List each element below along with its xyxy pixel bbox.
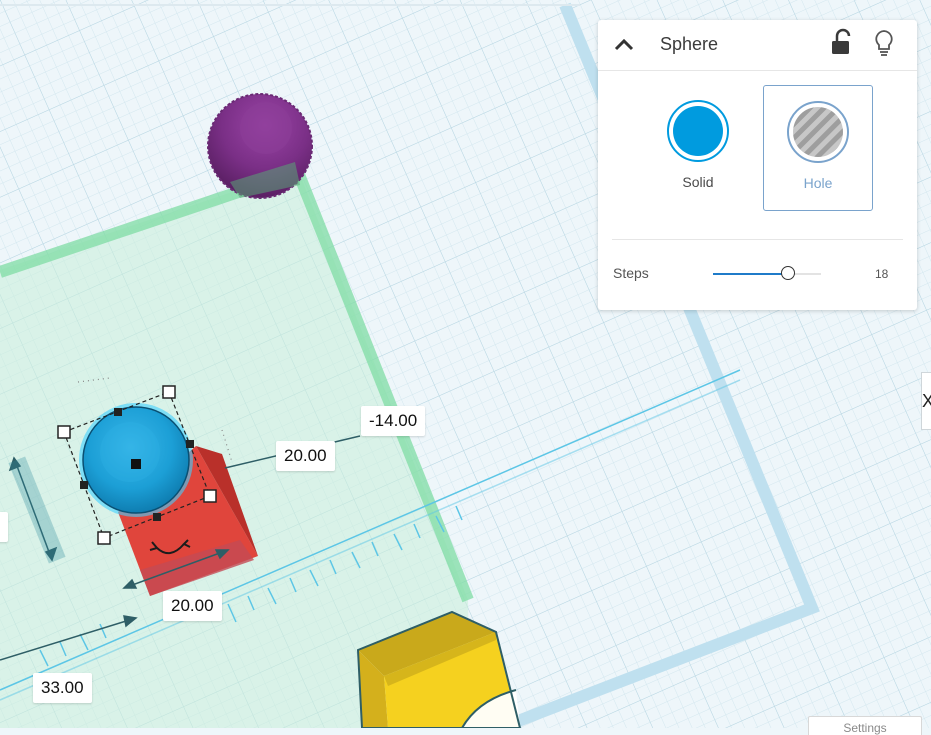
solid-label: Solid xyxy=(682,174,714,190)
partial-dimension-label[interactable] xyxy=(0,512,8,542)
side-panel-toggle[interactable]: X xyxy=(921,372,931,430)
length-label[interactable]: 20.00 xyxy=(276,441,335,471)
position-label[interactable]: 33.00 xyxy=(33,673,92,703)
hole-label: Hole xyxy=(803,175,833,191)
width-label[interactable]: 20.00 xyxy=(163,591,222,621)
solid-color-swatch-icon xyxy=(667,100,729,162)
steps-slider-fill xyxy=(713,273,788,275)
elevation-label[interactable]: -14.00 xyxy=(361,406,426,436)
shape-inspector-panel: Sphere Solid Hole Steps 18 xyxy=(598,20,917,310)
purple-sphere[interactable] xyxy=(207,93,313,199)
steps-slider[interactable] xyxy=(713,266,821,280)
settings-tab[interactable]: Settings xyxy=(808,716,922,735)
chevron-up-icon[interactable] xyxy=(612,34,636,54)
steps-slider-thumb[interactable] xyxy=(780,266,795,280)
steps-label: Steps xyxy=(613,265,649,281)
divider xyxy=(612,239,903,240)
solid-option[interactable]: Solid xyxy=(644,85,752,209)
unlock-icon[interactable] xyxy=(830,28,854,56)
hole-pattern-icon xyxy=(787,101,849,163)
shape-name[interactable]: Sphere xyxy=(660,34,718,55)
hole-option[interactable]: Hole xyxy=(763,85,873,211)
inspector-header: Sphere xyxy=(598,20,917,71)
selected-sphere[interactable] xyxy=(79,403,193,517)
steps-value: 18 xyxy=(875,267,889,281)
lightbulb-icon[interactable] xyxy=(872,28,896,58)
